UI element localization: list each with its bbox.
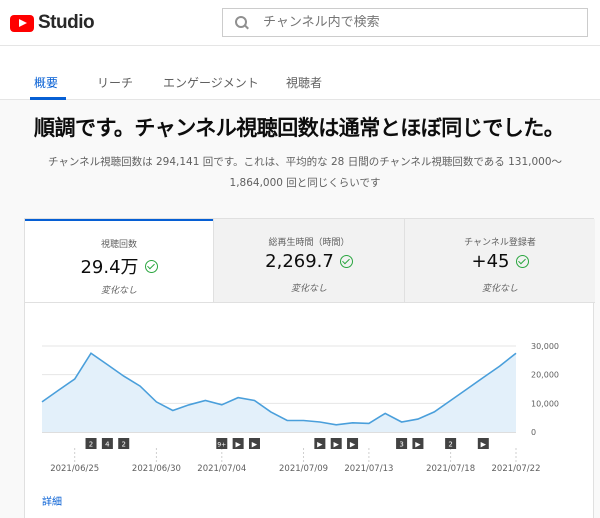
- x-tick-label: 2021/06/25: [50, 464, 99, 474]
- video-marker-label: ▶: [317, 441, 323, 449]
- video-marker-label: ▶: [481, 441, 487, 449]
- x-tick-label: 2021/06/30: [132, 464, 181, 474]
- video-marker-label: 2: [121, 441, 125, 449]
- x-tick-label: 2021/07/04: [197, 464, 246, 474]
- x-tick-label: 2021/07/09: [279, 464, 328, 474]
- video-marker-label: 3: [399, 441, 403, 449]
- y-tick-label: 10,000: [531, 399, 559, 408]
- y-tick-label: 0: [531, 428, 536, 437]
- video-marker-label: 9+: [217, 442, 226, 449]
- video-marker-label: ▶: [252, 441, 258, 449]
- see-more-link[interactable]: 詳細: [42, 493, 62, 508]
- video-marker-label: ▶: [415, 441, 421, 449]
- series-area: [42, 353, 516, 432]
- y-tick-label: 30,000: [531, 342, 559, 351]
- video-marker-label: ▶: [334, 441, 340, 449]
- video-marker-label: 4: [105, 441, 110, 449]
- x-tick-label: 2021/07/13: [344, 464, 393, 474]
- video-marker-label: 2: [448, 441, 452, 449]
- y-tick-label: 20,000: [531, 371, 559, 380]
- views-chart: 0 10,000 20,000 30,000 2 4 2 9+ ▶ ▶ ▶ ▶ ▶ 3 ▶ 2 ▶ 2021/06…: [41, 342, 559, 474]
- x-tick-label: 2021/07/18: [426, 464, 475, 474]
- video-marker-label: 2: [89, 441, 93, 449]
- video-marker-label: ▶: [350, 441, 356, 449]
- x-tick-label: 2021/07/22: [492, 464, 541, 474]
- video-marker-label: ▶: [235, 441, 241, 449]
